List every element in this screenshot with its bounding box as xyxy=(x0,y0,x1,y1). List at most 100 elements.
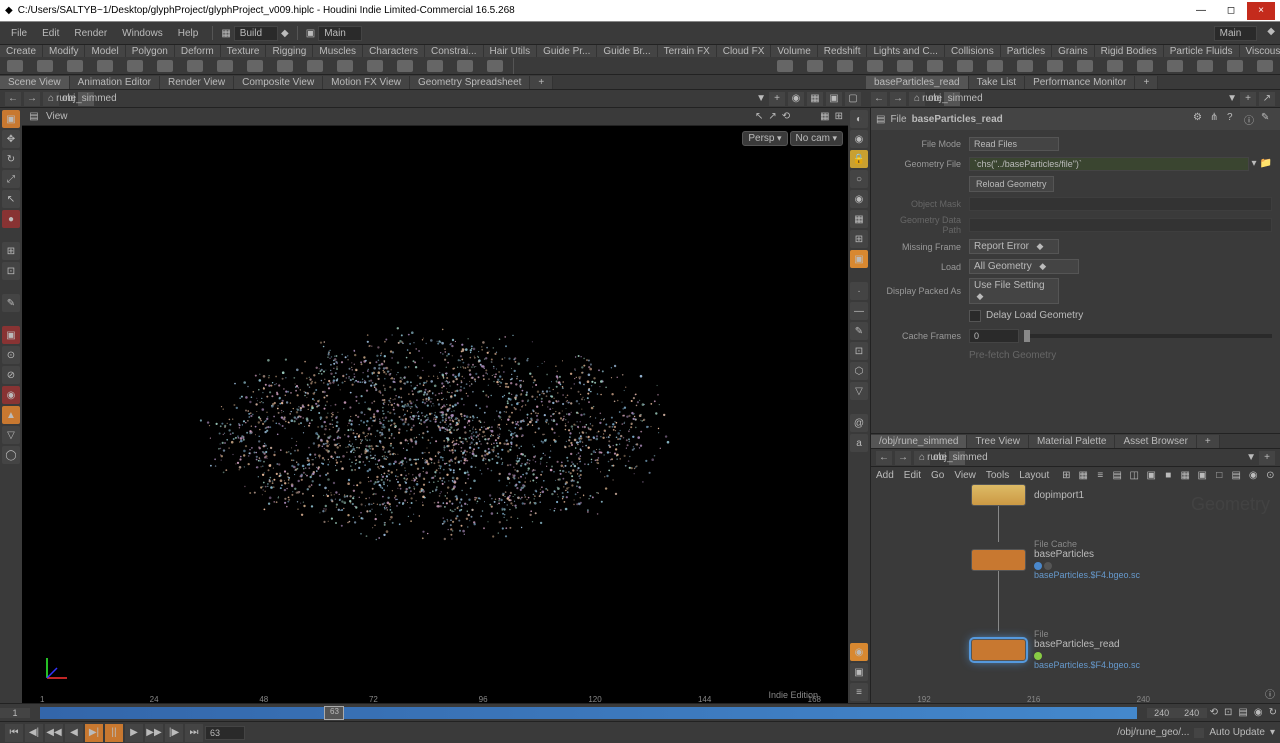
network-menu-item[interactable]: Go xyxy=(931,470,944,481)
network-toolbar-icon[interactable]: ■ xyxy=(1161,469,1175,483)
network-toolbar-icon[interactable]: ▣ xyxy=(1144,469,1158,483)
pin-button-right[interactable]: + xyxy=(1240,92,1256,106)
shelf-tool[interactable] xyxy=(180,57,210,75)
network-toolbar-icon[interactable]: ◉ xyxy=(1246,469,1260,483)
back-button[interactable]: ← xyxy=(5,92,21,106)
next-key-button[interactable]: |▶ xyxy=(165,724,183,742)
step-fwd-button[interactable]: ▶▶ xyxy=(145,724,163,742)
node-baseparticles[interactable]: File Cache baseParticles baseParticles.$… xyxy=(971,539,1140,580)
shelf-tab[interactable]: Rigging xyxy=(266,45,313,57)
shelf-tool[interactable] xyxy=(60,57,90,75)
display-opt-7[interactable]: ▣ xyxy=(850,250,868,268)
load-select[interactable]: All Geometry ◆ xyxy=(969,259,1079,274)
shelf-tool[interactable] xyxy=(300,57,330,75)
brush-tool[interactable]: ✎ xyxy=(2,294,20,312)
snap2-tool[interactable]: ⊡ xyxy=(2,262,20,280)
shelf-tool[interactable] xyxy=(150,57,180,75)
shelf-tab[interactable]: Modify xyxy=(43,45,85,57)
shelf-tool[interactable] xyxy=(270,57,300,75)
network-toolbar-icon[interactable]: ▣ xyxy=(1195,469,1209,483)
step-back-button[interactable]: ◀ xyxy=(65,724,83,742)
shelf-tab[interactable]: Particle Fluids xyxy=(1164,45,1240,57)
node-baseparticles-read[interactable]: File baseParticles_read baseParticles.$F… xyxy=(971,629,1140,670)
display-opt-11[interactable]: ⊡ xyxy=(850,342,868,360)
node-name-label[interactable]: baseParticles_read xyxy=(912,114,1003,125)
snap-tool[interactable]: ⊞ xyxy=(2,242,20,260)
sel-pt-tool[interactable]: ⊙ xyxy=(2,346,20,364)
display-opt-12[interactable]: ⬡ xyxy=(850,362,868,380)
pane-tab[interactable]: Motion FX View xyxy=(323,76,410,89)
cache-frames-input[interactable] xyxy=(969,329,1019,343)
filter-icon[interactable]: ⋔ xyxy=(1210,112,1224,126)
shelf-tool[interactable] xyxy=(450,57,480,75)
viewport-opt-1[interactable]: ▦ xyxy=(820,111,829,122)
reload-button[interactable]: Reload Geometry xyxy=(969,176,1054,192)
network-toolbar-icon[interactable]: ▦ xyxy=(1178,469,1192,483)
net-arrow-icon[interactable]: ▼ xyxy=(1246,452,1256,463)
lock-icon[interactable]: 🔒 xyxy=(850,150,868,168)
network-menu-item[interactable]: Tools xyxy=(986,470,1009,481)
shelf-tab[interactable]: Constrai... xyxy=(425,45,484,57)
network-toolbar-icon[interactable]: ▤ xyxy=(1229,469,1243,483)
menu-edit[interactable]: Edit xyxy=(36,26,65,41)
file-browse-icon[interactable]: 📁 xyxy=(1260,158,1272,169)
shelf-tool[interactable] xyxy=(330,57,360,75)
file-chooser-icon[interactable]: ▾ xyxy=(1249,158,1260,169)
display-opt-14[interactable]: @ xyxy=(850,414,868,432)
shelf-tool[interactable] xyxy=(90,57,120,75)
pane-tab[interactable]: Composite View xyxy=(234,76,323,89)
net-pin-button[interactable]: + xyxy=(1259,451,1275,465)
shelf-tab[interactable]: Guide Br... xyxy=(597,45,657,57)
shelf-tool[interactable] xyxy=(30,57,60,75)
shelf-tool[interactable] xyxy=(770,57,800,75)
node-dopimport[interactable]: dopimport1 xyxy=(971,484,1084,506)
network-info-icon[interactable]: ⓘ xyxy=(1265,686,1275,701)
pane-tab[interactable]: baseParticles_read xyxy=(866,76,969,89)
shelf-tab[interactable]: Polygon xyxy=(126,45,175,57)
menu-windows[interactable]: Windows xyxy=(116,26,169,41)
pane-tab[interactable]: Geometry Spreadsheet xyxy=(410,76,530,89)
shelf-tab[interactable]: Rigid Bodies xyxy=(1095,45,1164,57)
shelf-tool[interactable] xyxy=(360,57,390,75)
shelf-tab[interactable]: Particles xyxy=(1001,45,1052,57)
shelf-tab[interactable]: Viscous Fluids xyxy=(1240,45,1280,57)
menu-render[interactable]: Render xyxy=(68,26,113,41)
close-button[interactable]: × xyxy=(1247,2,1275,20)
gear-icon[interactable]: ⚙ xyxy=(1193,112,1207,126)
net-forward-button[interactable]: → xyxy=(895,451,911,465)
shelf-tab[interactable]: Model xyxy=(85,45,125,57)
shelf-tool[interactable] xyxy=(1100,57,1130,75)
viewport[interactable]: Persp ▾ No cam ▾ Indie Edition xyxy=(22,126,848,703)
pin-button[interactable]: + xyxy=(769,92,785,106)
timeline-opt-1[interactable]: ⟲ xyxy=(1207,707,1221,718)
display-packed-select[interactable]: Use File Setting ◆ xyxy=(969,278,1059,304)
timeline-end-2[interactable]: 240 xyxy=(1177,708,1207,718)
handle-tool[interactable]: ● xyxy=(2,210,20,228)
sel-vertex-tool[interactable]: ▲ xyxy=(2,406,20,424)
first-frame-button[interactable]: ⏮ xyxy=(5,724,23,742)
pane-tab[interactable]: Scene View xyxy=(0,76,70,89)
display-opt-10[interactable]: ✎ xyxy=(850,322,868,340)
display-opt-15[interactable]: a xyxy=(850,434,868,452)
shelf-tool[interactable] xyxy=(420,57,450,75)
shelf-tool[interactable] xyxy=(1220,57,1250,75)
view-menu-icon[interactable]: ▤ xyxy=(27,110,41,124)
shelf-tool[interactable] xyxy=(1040,57,1070,75)
pane-tab[interactable]: + xyxy=(530,76,553,89)
persp-button[interactable]: Persp ▾ xyxy=(742,131,787,146)
shelf-tool[interactable] xyxy=(1250,57,1280,75)
viewport-opt-2[interactable]: ⊞ xyxy=(835,111,843,122)
shelf-tool[interactable] xyxy=(0,57,30,75)
pane-tab[interactable]: + xyxy=(1197,435,1220,448)
timeline-opt-5[interactable]: ↻ xyxy=(1266,707,1280,718)
forward-button-right[interactable]: → xyxy=(890,92,906,106)
view-menu[interactable]: View xyxy=(46,111,68,122)
network-menu-item[interactable]: Layout xyxy=(1019,470,1049,481)
shelf-tab[interactable]: Grains xyxy=(1052,45,1094,57)
shelf-tool[interactable] xyxy=(980,57,1010,75)
display-opt-8[interactable]: · xyxy=(850,282,868,300)
net-path-node[interactable]: rune_simmed xyxy=(949,451,965,465)
shelf-tool[interactable] xyxy=(390,57,420,75)
shelf-tool[interactable] xyxy=(800,57,830,75)
maximize-button[interactable]: ◻ xyxy=(1217,2,1245,20)
